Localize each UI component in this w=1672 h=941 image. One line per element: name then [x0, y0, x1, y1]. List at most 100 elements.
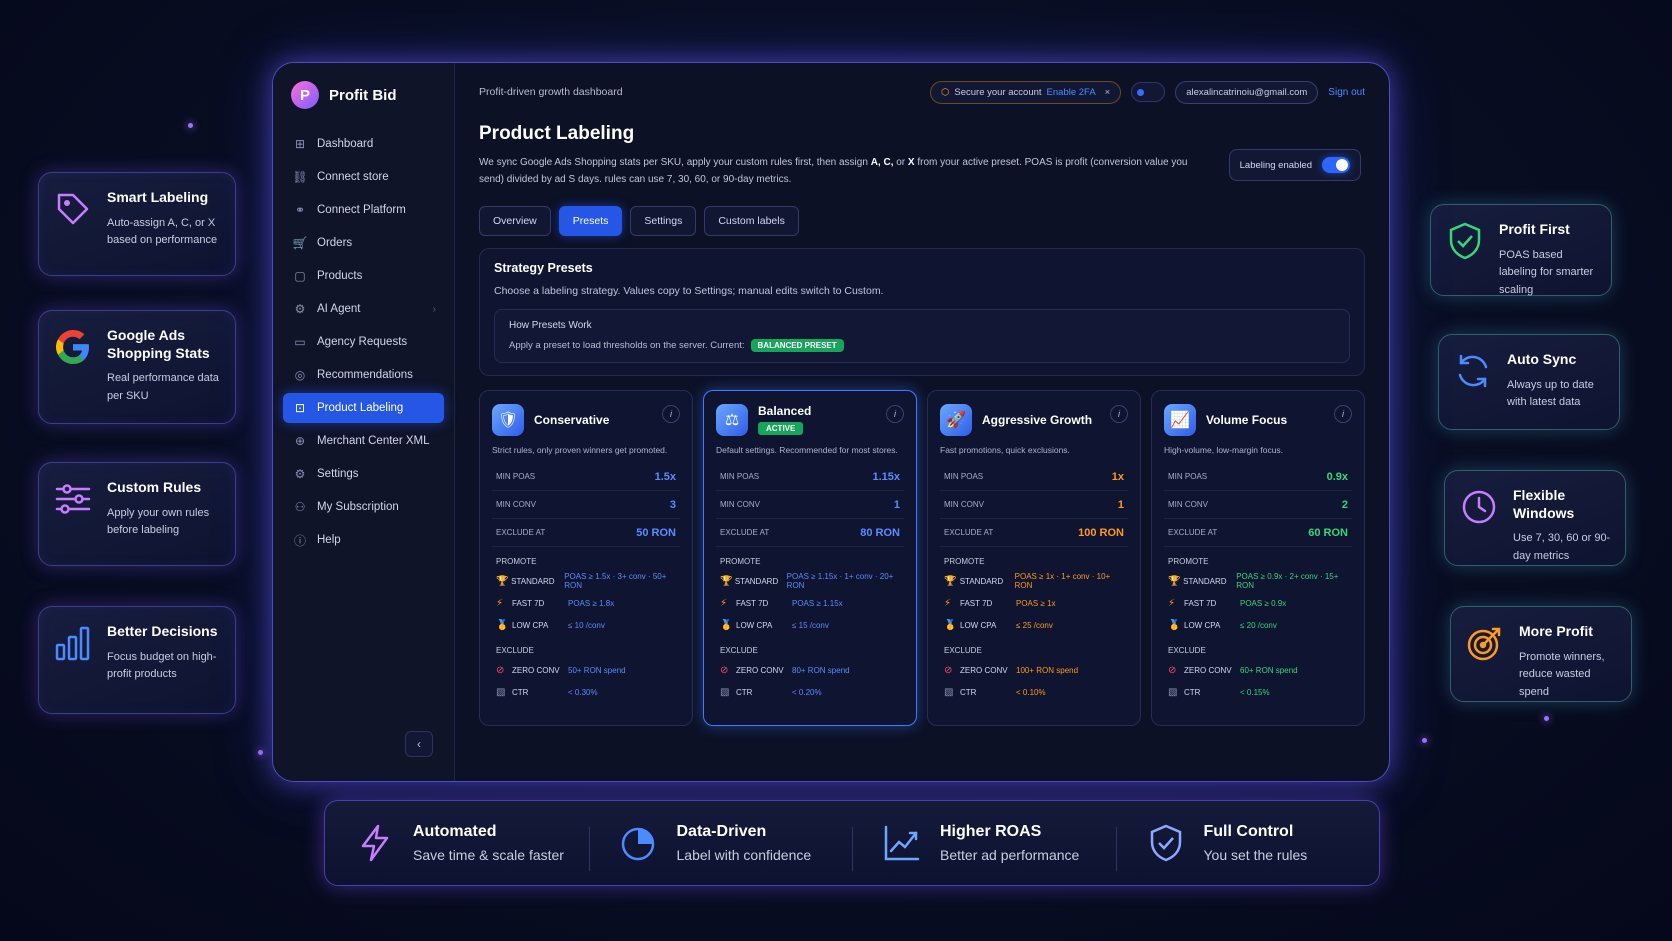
rule-value: < 0.30% — [568, 687, 598, 697]
settings-icon: ⚙ — [294, 467, 306, 481]
rule-value: 80+ RON spend — [792, 665, 850, 675]
rule-low-cpa: 🥇 LOW CPA ≤ 15 /conv — [716, 614, 904, 636]
info-icon[interactable]: i — [1110, 405, 1128, 423]
preset-desc: Default settings. Recommended for most s… — [716, 445, 898, 455]
feature-card-flexible-windows: Flexible Windows Use 7, 30, 60 or 90-day … — [1444, 470, 1626, 566]
preset-card-aggressive-growth[interactable]: 🚀 Aggressive Growth i Fast promotions, q… — [927, 390, 1141, 726]
bar-chart-icon — [55, 626, 90, 661]
metric-value: 1.5x — [654, 470, 676, 483]
sidebar-item-settings[interactable]: ⚙ Settings — [283, 459, 444, 489]
rule-standard: 🏆 STANDARD POAS ≥ 0.9x · 2+ conv · 15+ RON — [1164, 570, 1352, 592]
rule-name: ZERO CONV — [736, 665, 784, 675]
dashboard-subtitle: Profit-driven growth dashboard — [479, 86, 623, 98]
preset-header: ⚖ Balanced ACTIVE — [716, 403, 904, 437]
metric-label: MIN CONV — [496, 500, 536, 509]
sidebar-item-my-subscription[interactable]: ⚇ My Subscription — [283, 492, 444, 522]
sidebar: P Profit Bid ⊞ Dashboard ⛓ Connect store ⚭… — [273, 63, 455, 781]
sidebar-item-agency-requests[interactable]: ▭ Agency Requests — [283, 327, 444, 357]
sign-out-link[interactable]: Sign out — [1328, 87, 1365, 98]
info-icon[interactable]: i — [662, 405, 680, 423]
tab-presets[interactable]: Presets — [558, 206, 623, 236]
toggle-switch[interactable] — [1322, 157, 1350, 173]
how-title: How Presets Work — [509, 320, 592, 331]
rule-name: ZERO CONV — [960, 665, 1008, 675]
shield-icon — [1150, 824, 1181, 862]
rule-value: ≤ 20 /conv — [1240, 620, 1277, 630]
tab-custom-labels[interactable]: Custom labels — [704, 206, 799, 236]
labeling-enabled-toggle[interactable]: Labeling enabled — [1228, 149, 1361, 181]
enable-2fa-link[interactable]: Enable 2FA — [1047, 87, 1096, 98]
benefits-bar: Automated Save time & scale faster Data-D… — [324, 800, 1380, 886]
sliders-icon — [55, 484, 91, 514]
feature-title: Better Decisions — [107, 623, 218, 639]
preset-card-volume-focus[interactable]: 📈 Volume Focus i High-volume, low-margin… — [1151, 390, 1365, 726]
preset-header: 📈 Volume Focus — [1164, 403, 1352, 437]
rule-name: CTR — [736, 687, 753, 697]
benefit-sub: Label with confidence — [676, 847, 812, 863]
info-icon[interactable]: i — [886, 405, 904, 423]
sidebar-item-help[interactable]: ⓘ Help — [283, 525, 444, 555]
sidebar-item-product-labeling[interactable]: ⊡ Product Labeling — [283, 393, 444, 423]
trophy-icon: 🏆 — [720, 575, 733, 587]
sidebar-item-orders[interactable]: 🛒 Orders — [283, 228, 444, 258]
brand-logo: P — [291, 81, 319, 109]
promote-label: PROMOTE — [944, 557, 985, 566]
feature-title: Profit First — [1499, 221, 1570, 237]
ban-icon: ⊘ — [1168, 664, 1177, 676]
topbar: Profit-driven growth dashboard ⬡ Secure … — [479, 79, 1365, 105]
feature-desc: Apply your own rules before labeling — [107, 506, 210, 537]
how-presets-work: How Presets Work Apply a preset to load … — [494, 309, 1350, 363]
tab-overview[interactable]: Overview — [479, 206, 551, 236]
feature-title: Google Ads Shopping Stats — [107, 327, 210, 361]
feature-title: Smart Labeling — [107, 189, 209, 205]
benefit-sub: You set the rules — [1203, 847, 1308, 863]
rule-value: POAS ≥ 1x — [1016, 598, 1056, 608]
rule-value: POAS ≥ 0.9x · 2+ conv · 15+ RON — [1236, 572, 1339, 590]
sidebar-item-recommendations[interactable]: ◎ Recommendations — [283, 360, 444, 390]
feature-desc: Always up to date with latest data — [1507, 378, 1594, 409]
sidebar-item-ai-agent[interactable]: ⚙ AI Agent › — [283, 294, 444, 324]
metric-exclude-at: EXCLUDE AT 80 RON — [716, 519, 904, 547]
user-icon: ⚇ — [294, 500, 306, 514]
preset-name: Conservative — [534, 413, 610, 427]
info-icon[interactable]: i — [1334, 405, 1352, 423]
medal-icon: 🥇 — [944, 619, 957, 631]
rule-name: STANDARD — [959, 576, 1004, 586]
benefit-title: Automated — [413, 823, 497, 840]
feature-title: Auto Sync — [1507, 351, 1577, 367]
preset-card-conservative[interactable]: 🛡 Conservative i Strict rules, only prov… — [479, 390, 693, 726]
sidebar-item-dashboard[interactable]: ⊞ Dashboard — [283, 129, 444, 159]
preset-card-balanced[interactable]: ⚖ Balanced ACTIVE i Default settings. Re… — [703, 390, 917, 726]
rule-value: < 0.20% — [792, 687, 822, 697]
metric-label: EXCLUDE AT — [496, 528, 546, 537]
rule-name: CTR — [960, 687, 977, 697]
rule-value: < 0.15% — [1240, 687, 1270, 697]
tab-settings[interactable]: Settings — [630, 206, 697, 236]
feature-card-google-ads: Google Ads Shopping Stats Real performanc… — [38, 310, 236, 424]
growth-chart-icon — [884, 825, 920, 861]
metric-min-conv: MIN CONV 1 — [716, 491, 904, 519]
brand[interactable]: P Profit Bid — [283, 77, 444, 129]
collapse-sidebar-button[interactable]: ‹ — [405, 731, 433, 757]
sidebar-item-connect-platform[interactable]: ⚭ Connect Platform — [283, 195, 444, 225]
theme-toggle[interactable] — [1131, 82, 1166, 102]
feature-card-custom-rules: Custom Rules Apply your own rules before … — [38, 462, 236, 566]
strategy-title: Strategy Presets — [494, 261, 593, 275]
sidebar-item-connect-store[interactable]: ⛓ Connect store — [283, 162, 444, 192]
feature-desc: Promote winners, reduce wasted spend — [1519, 650, 1605, 698]
rule-name: LOW CPA — [736, 620, 773, 630]
metric-exclude-at: EXCLUDE AT 60 RON — [1164, 519, 1352, 547]
page-title: Product Labeling — [479, 123, 635, 144]
sidebar-item-products[interactable]: ▢ Products — [283, 261, 444, 291]
rule-value: POAS ≥ 1.8x — [568, 598, 615, 608]
sidebar-item-label: Connect store — [317, 171, 389, 183]
rule-value: POAS ≥ 0.9x — [1240, 598, 1287, 608]
metric-min-conv: MIN CONV 1 — [940, 491, 1128, 519]
sidebar-item-label: AI Agent — [317, 303, 361, 315]
sidebar-item-merchant-center-xml[interactable]: ⊕ Merchant Center XML — [283, 426, 444, 456]
close-icon[interactable]: × — [1105, 87, 1111, 98]
rule-name: FAST 7D — [1184, 598, 1217, 608]
feature-desc: Focus budget on high-profit products — [107, 650, 217, 681]
rule-name: STANDARD — [734, 576, 779, 586]
feature-card-smart-labeling: Smart Labeling Auto-assign A, C, or X bas… — [38, 172, 236, 276]
